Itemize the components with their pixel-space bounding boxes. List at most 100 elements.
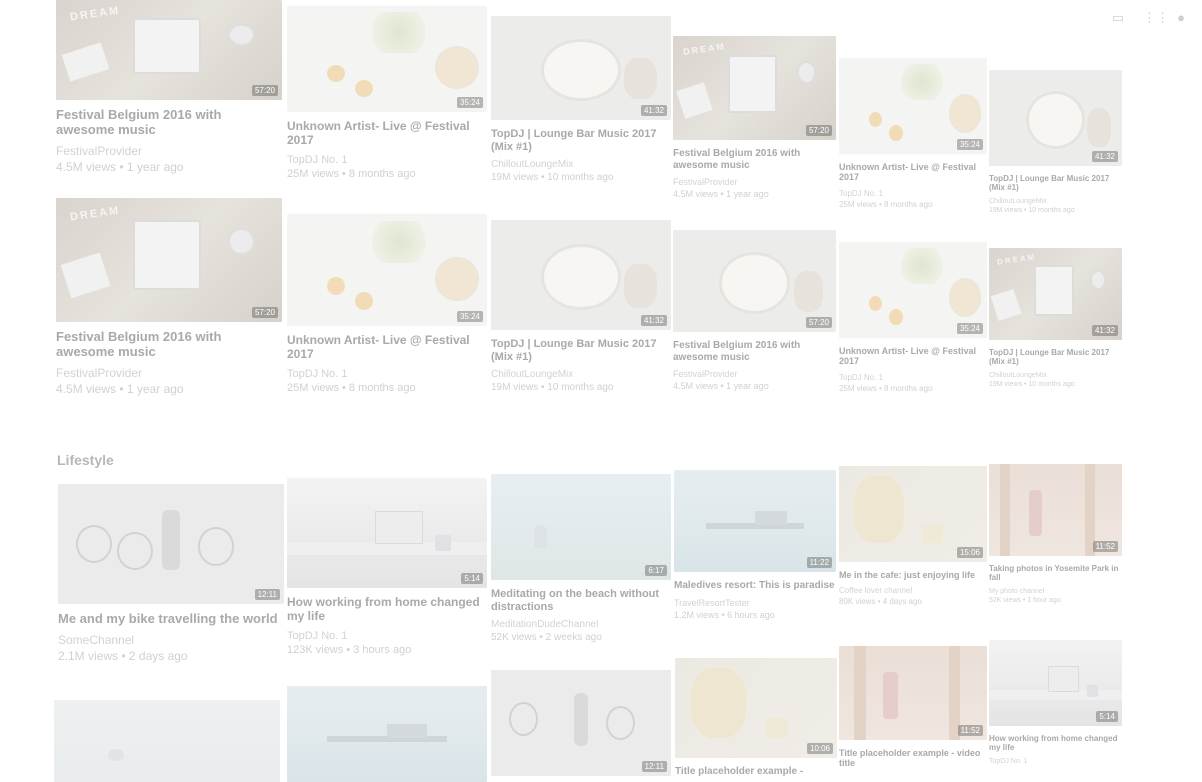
video-card[interactable]: 15:06 Me in the cafe: just enjoying life… [839, 466, 987, 606]
channel-name[interactable]: ChilloutLoungeMix [491, 369, 671, 380]
channel-name[interactable]: ChilloutLoungeMix [989, 372, 1122, 379]
video-card[interactable]: 10:06 Title placeholder example - [675, 658, 837, 778]
video-card[interactable]: 35:24 Unknown Artist- Live @ Festival 20… [287, 6, 487, 180]
video-title[interactable]: Taking photos in Yosemite Park in fall [989, 564, 1122, 582]
channel-name[interactable]: TopDJ No. 1 [989, 758, 1122, 765]
channel-name[interactable]: FestivalProvider [56, 366, 282, 380]
video-title[interactable]: Unknown Artist- Live @ Festival 2017 [839, 346, 987, 367]
video-title[interactable]: Festival Belgium 2016 with awesome music [56, 329, 282, 360]
video-title[interactable]: Unknown Artist- Live @ Festival 2017 [287, 119, 487, 148]
video-thumbnail[interactable] [54, 700, 280, 782]
video-card[interactable]: 5:14 How working from home changed my li… [989, 640, 1122, 765]
duration-badge: 5:14 [461, 573, 483, 584]
video-title[interactable]: How working from home changed my life [287, 595, 487, 624]
video-thumbnail[interactable]: 41:32 [491, 220, 671, 330]
channel-name[interactable]: TopDJ No. 1 [839, 189, 987, 198]
video-card[interactable]: DREAM 41:32 TopDJ | Lounge Bar Music 201… [989, 248, 1122, 388]
duration-badge: 41:32 [1091, 151, 1118, 162]
video-thumbnail[interactable]: 11:52 [839, 646, 987, 740]
video-thumbnail[interactable]: 15:06 [839, 466, 987, 562]
channel-name[interactable]: ChilloutLoungeMix [491, 159, 671, 170]
video-title[interactable]: Maledives resort: This is paradise [674, 580, 836, 592]
video-card[interactable] [287, 686, 487, 782]
video-thumbnail[interactable]: 57:20 [673, 230, 836, 332]
video-card[interactable]: 11:52 Taking photos in Yosemite Park in … [989, 464, 1122, 604]
video-card[interactable]: 41:32 TopDJ | Lounge Bar Music 2017 (Mix… [989, 70, 1122, 214]
channel-name[interactable]: ChilloutLoungeMix [989, 198, 1122, 205]
channel-name[interactable]: TopDJ No. 1 [287, 630, 487, 642]
video-meta: 19M views • 10 months ago [491, 172, 614, 184]
video-thumbnail[interactable]: DREAM 57:20 [56, 0, 282, 100]
channel-name[interactable]: Coffee lover channel [839, 586, 987, 595]
video-card[interactable]: 12:11 Me and my bike travelling the worl… [58, 484, 284, 663]
video-title[interactable]: Title placeholder example - [675, 766, 837, 778]
channel-name[interactable]: FestivalProvider [56, 144, 282, 158]
video-thumbnail[interactable]: 12:11 [491, 670, 671, 776]
video-card[interactable]: 41:32 TopDJ | Lounge Bar Music 2017 (Mix… [491, 220, 671, 393]
video-card[interactable]: DREAM 57:20 Festival Belgium 2016 with a… [56, 0, 282, 174]
video-title[interactable]: TopDJ | Lounge Bar Music 2017 (Mix #1) [989, 348, 1122, 366]
video-card[interactable]: 6:17 Meditating on the beach without dis… [491, 474, 671, 643]
channel-name[interactable]: SomeChannel [58, 633, 284, 647]
video-thumbnail[interactable]: 5:14 [989, 640, 1122, 726]
video-thumbnail[interactable]: 6:17 [491, 474, 671, 580]
video-card[interactable]: 41:32 TopDJ | Lounge Bar Music 2017 (Mix… [491, 16, 671, 183]
channel-name[interactable]: FestivalProvider [673, 177, 836, 187]
video-card[interactable]: 57:20 Festival Belgium 2016 with awesome… [673, 230, 836, 391]
video-title[interactable]: Festival Belgium 2016 with awesome music [56, 107, 282, 138]
video-title[interactable]: TopDJ | Lounge Bar Music 2017 (Mix #1) [989, 174, 1122, 192]
video-card[interactable]: 35:24 Unknown Artist- Live @ Festival 20… [287, 214, 487, 394]
channel-name[interactable]: My photo channel [989, 588, 1122, 595]
video-card[interactable]: 35:24 Unknown Artist- Live @ Festival 20… [839, 242, 987, 393]
channel-name[interactable]: FestivalProvider [673, 369, 836, 379]
video-meta: 4.5M views • 1 year ago [673, 381, 769, 391]
video-title[interactable]: Unknown Artist- Live @ Festival 2017 [287, 333, 487, 362]
channel-name[interactable]: TopDJ No. 1 [839, 373, 987, 382]
video-title[interactable]: Me in the cafe: just enjoying life [839, 570, 987, 580]
video-meta: 52K views • 1 hour ago [989, 597, 1061, 605]
video-title[interactable]: TopDJ | Lounge Bar Music 2017 (Mix #1) [491, 338, 671, 363]
video-meta: 19M views • 10 months ago [989, 207, 1075, 215]
video-card[interactable]: 11:22 Maledives resort: This is paradise… [674, 470, 836, 620]
channel-name[interactable]: TopDJ No. 1 [287, 368, 487, 380]
video-thumbnail[interactable]: 5:14 [287, 478, 487, 588]
video-thumbnail[interactable]: 11:22 [674, 470, 836, 572]
video-thumbnail[interactable]: DREAM 57:20 [673, 36, 836, 140]
video-meta: 4.5M views • 1 year ago [56, 381, 184, 396]
duration-badge: 10:06 [806, 743, 833, 754]
video-thumbnail[interactable]: 35:24 [287, 6, 487, 112]
video-thumbnail[interactable]: 11:52 [989, 464, 1122, 556]
video-camera-icon[interactable]: ▭ [1110, 10, 1126, 26]
channel-name[interactable]: TopDJ No. 1 [287, 154, 487, 166]
video-title[interactable]: Festival Belgium 2016 with awesome music [673, 340, 836, 363]
video-title[interactable]: Me and my bike travelling the world [58, 611, 284, 627]
video-title[interactable]: Meditating on the beach without distract… [491, 588, 671, 613]
video-title[interactable]: Unknown Artist- Live @ Festival 2017 [839, 162, 987, 183]
video-thumbnail[interactable]: DREAM 57:20 [56, 198, 282, 322]
channel-name[interactable]: MeditationDudeChannel [491, 619, 671, 630]
video-title[interactable]: Title placeholder example - video title [839, 748, 987, 769]
video-thumbnail[interactable]: 35:24 [839, 58, 987, 154]
video-thumbnail[interactable]: 35:24 [287, 214, 487, 326]
video-card[interactable]: 12:11 [491, 670, 671, 776]
video-title[interactable]: Festival Belgium 2016 with awesome music [673, 148, 836, 171]
video-card[interactable]: DREAM 57:20 Festival Belgium 2016 with a… [673, 36, 836, 199]
duration-badge: 57:20 [805, 317, 832, 328]
video-thumbnail[interactable]: 12:11 [58, 484, 284, 604]
video-thumbnail[interactable]: 35:24 [839, 242, 987, 338]
apps-grid-icon[interactable]: ⋮⋮ [1143, 10, 1169, 26]
video-card[interactable]: 11:52 Title placeholder example - video … [839, 646, 987, 769]
channel-name[interactable]: TravelResortTester [674, 598, 836, 608]
video-thumbnail[interactable]: 10:06 [675, 658, 837, 758]
video-title[interactable]: How working from home changed my life [989, 734, 1122, 752]
video-thumbnail[interactable]: 41:32 [989, 70, 1122, 166]
video-card[interactable] [54, 700, 280, 782]
video-card[interactable]: DREAM 57:20 Festival Belgium 2016 with a… [56, 198, 282, 396]
video-thumbnail[interactable] [287, 686, 487, 782]
video-thumbnail[interactable]: 41:32 [491, 16, 671, 120]
video-card[interactable]: 35:24 Unknown Artist- Live @ Festival 20… [839, 58, 987, 209]
video-thumbnail[interactable]: DREAM 41:32 [989, 248, 1122, 340]
video-title[interactable]: TopDJ | Lounge Bar Music 2017 (Mix #1) [491, 128, 671, 153]
video-card[interactable]: 5:14 How working from home changed my li… [287, 478, 487, 656]
notifications-bell-icon[interactable]: ● [1173, 10, 1189, 26]
